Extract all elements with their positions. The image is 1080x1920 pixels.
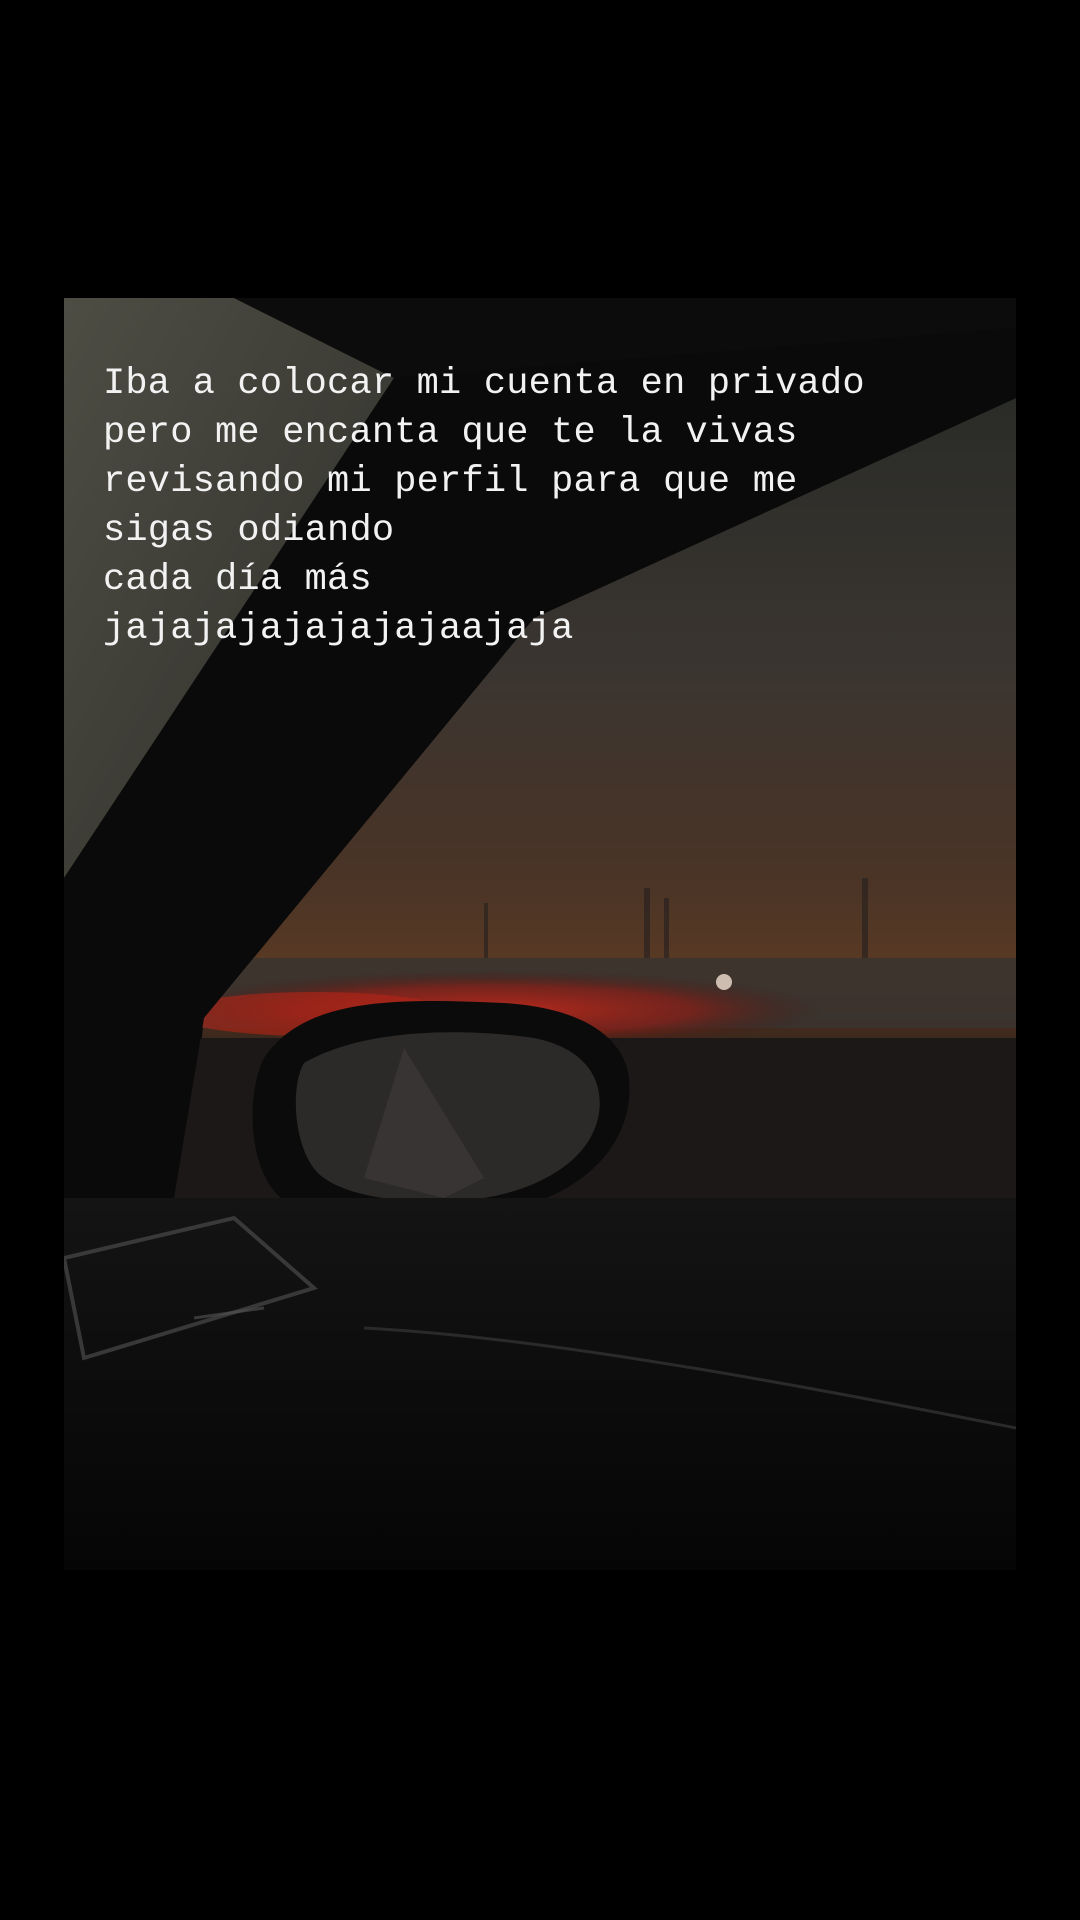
caption-line: sigas odiando — [103, 510, 395, 552]
caption-line: jajajajajajajajaajaja — [103, 608, 574, 650]
caption-line: pero me encanta que te la vivas — [103, 412, 798, 454]
caption-line: cada día más — [103, 559, 372, 601]
story-screen: Iba a colocar mi cuenta en privado pero … — [0, 0, 1080, 1920]
caption-line: revisando mi perfil para que me — [103, 461, 798, 503]
story-caption: Iba a colocar mi cuenta en privado pero … — [103, 360, 1003, 654]
caption-line: Iba a colocar mi cuenta en privado — [103, 363, 865, 405]
